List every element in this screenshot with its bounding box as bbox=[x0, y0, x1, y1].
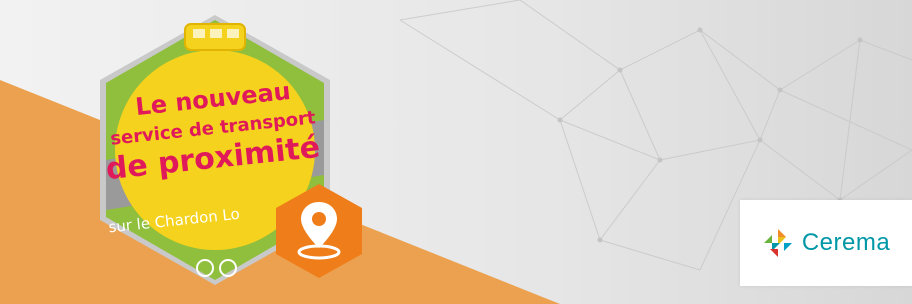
cerema-logo-text: Cerema bbox=[801, 229, 891, 256]
badge-title: Le nouveau service de transport de proxi… bbox=[98, 77, 328, 187]
banner: Le nouveau service de transport de proxi… bbox=[0, 0, 912, 304]
location-pin-icon bbox=[276, 184, 362, 278]
cerema-logo: Cerema bbox=[740, 200, 912, 286]
cerema-logo-icon bbox=[763, 229, 792, 257]
